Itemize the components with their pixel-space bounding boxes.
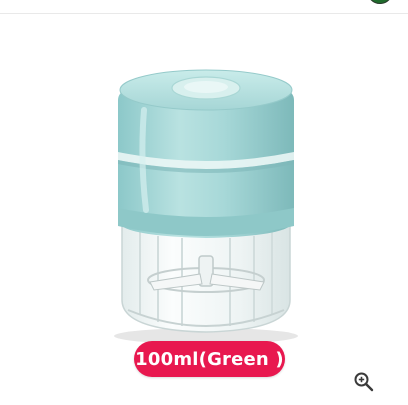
product-image bbox=[114, 69, 298, 344]
green-badge-icon[interactable] bbox=[367, 0, 393, 4]
header-divider bbox=[0, 0, 408, 14]
product-gallery: 100ml(Green ) bbox=[0, 0, 408, 405]
variant-selector-button[interactable]: 100ml(Green ) bbox=[134, 341, 285, 377]
zoom-in-icon[interactable] bbox=[352, 370, 376, 394]
